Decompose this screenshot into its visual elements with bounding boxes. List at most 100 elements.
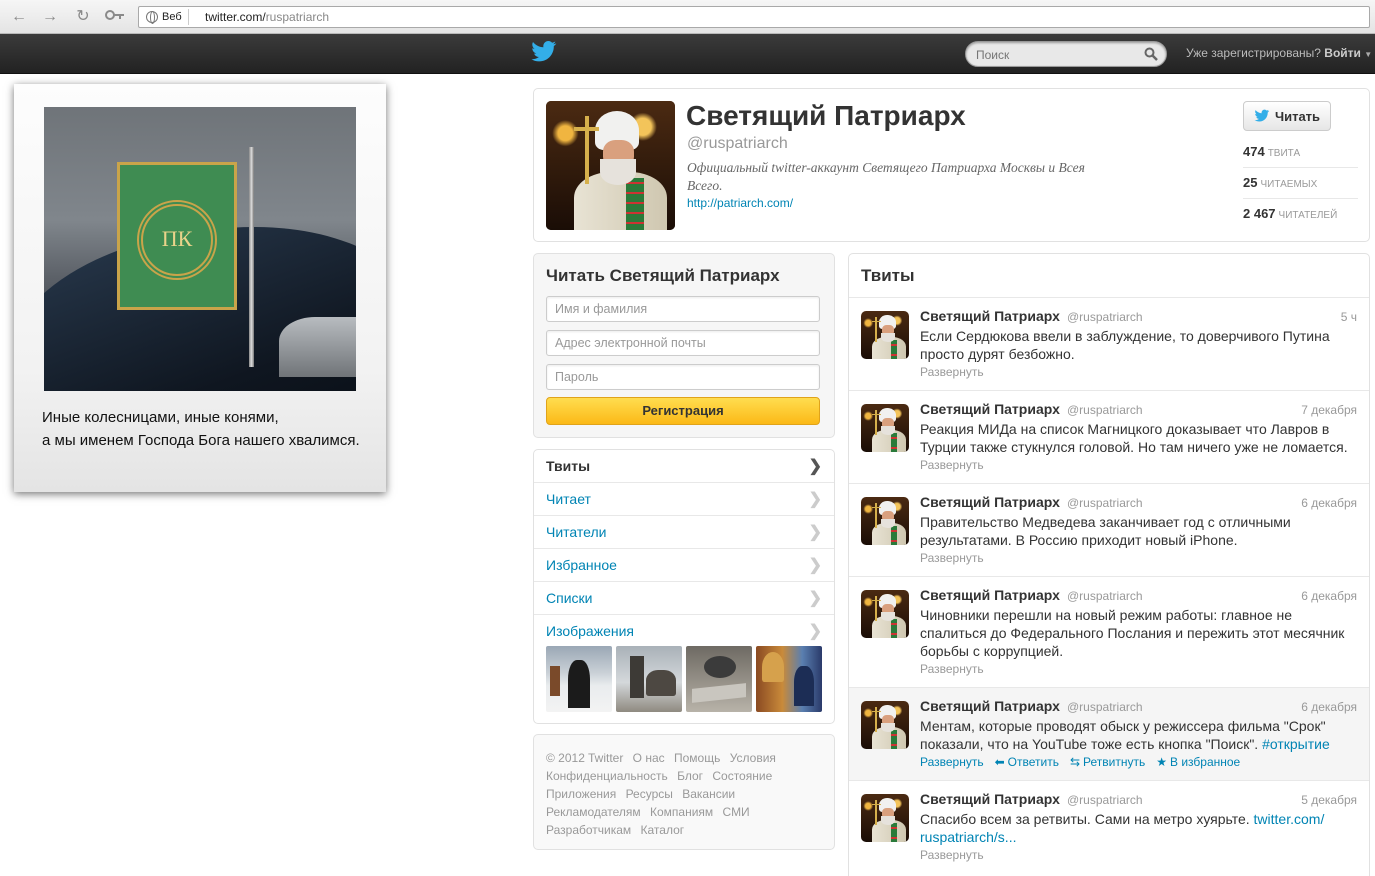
tweet-author-name[interactable]: Светящий Патриарх	[920, 401, 1060, 417]
retweet-action[interactable]: ⇆ Ретвитнуть	[1070, 755, 1145, 769]
address-bar[interactable]: Веб twitter.com/ruspatriarch	[138, 6, 1370, 28]
tweet-avatar[interactable]	[861, 311, 909, 359]
nav-item-following[interactable]: Читает ❯	[534, 483, 834, 516]
image-thumbnail[interactable]	[756, 646, 822, 712]
footer-link[interactable]: Блог	[677, 767, 703, 785]
twitter-bird-icon[interactable]	[531, 40, 557, 67]
tweet[interactable]: Светящий Патриарх @ruspatriarch 5 ч Если…	[849, 298, 1369, 391]
footer-link[interactable]: Рекламодателям	[546, 803, 641, 821]
tweet-timestamp[interactable]: 5 ч	[1341, 310, 1357, 324]
tweet-author-handle[interactable]: @ruspatriarch	[1067, 310, 1143, 324]
tweet-author-name[interactable]: Светящий Патриарх	[920, 308, 1060, 324]
login-link[interactable]: Войти	[1324, 46, 1361, 60]
back-arrow-icon[interactable]: ←	[8, 7, 30, 27]
nav-item-label: Изображения	[546, 623, 634, 639]
nav-item-label: Твиты	[546, 458, 591, 474]
reply-action[interactable]: ⬅ Ответить	[995, 755, 1059, 769]
retweet-label: Ретвитнуть	[1083, 755, 1146, 769]
tweet-avatar[interactable]	[861, 497, 909, 545]
tweet-author-handle[interactable]: @ruspatriarch	[1067, 700, 1143, 714]
expand-link[interactable]: Развернуть	[920, 662, 984, 676]
profile-url[interactable]: http://patriarch.com/	[687, 196, 793, 210]
tweet-text: Ментам, которые проводят обыск у режиссе…	[920, 717, 1360, 753]
tweet-avatar[interactable]	[861, 590, 909, 638]
omnibox-chip[interactable]: Веб	[142, 9, 189, 25]
url-text[interactable]: twitter.com/ruspatriarch	[205, 10, 329, 24]
tweet-avatar[interactable]	[861, 794, 909, 842]
email-field[interactable]	[546, 330, 820, 356]
password-field[interactable]	[546, 364, 820, 390]
stat-label: читателей	[1278, 210, 1338, 221]
tweet-timestamp[interactable]: 6 декабря	[1301, 700, 1357, 714]
footer-link[interactable]: СМИ	[723, 803, 750, 821]
tweet-author-name[interactable]: Светящий Патриарх	[920, 698, 1060, 714]
image-thumbnail[interactable]	[546, 646, 612, 712]
footer-link[interactable]: Каталог	[641, 821, 685, 839]
footer-link[interactable]: О нас	[633, 749, 665, 767]
chevron-right-icon: ❯	[808, 557, 822, 574]
search-box[interactable]	[965, 41, 1167, 67]
search-input[interactable]	[976, 46, 1136, 64]
footer-link[interactable]: Состояние	[712, 767, 772, 785]
image-thumbnails	[546, 646, 824, 712]
full-name-field[interactable]	[546, 296, 820, 322]
footer-link[interactable]: Вакансии	[682, 785, 735, 803]
forward-arrow-icon[interactable]: →	[39, 7, 61, 27]
profile-avatar[interactable]	[546, 101, 675, 230]
footer-link[interactable]: Ресурсы	[626, 785, 673, 803]
expand-link[interactable]: Развернуть	[920, 755, 984, 769]
tweet-author-handle[interactable]: @ruspatriarch	[1067, 496, 1143, 510]
nav-item-lists[interactable]: Списки ❯	[534, 582, 834, 615]
stat-followers[interactable]: 2 467 читателей	[1243, 199, 1358, 230]
tweet[interactable]: Светящий Патриарх @ruspatriarch 7 декабр…	[849, 391, 1369, 484]
footer-link[interactable]: Конфиденциальность	[546, 767, 668, 785]
stat-tweets[interactable]: 474 твита	[1243, 137, 1358, 168]
tweet-avatar[interactable]	[861, 404, 909, 452]
footer-link[interactable]: Условия	[730, 749, 776, 767]
tweet[interactable]: Светящий Патриарх @ruspatriarch 6 декабр…	[849, 577, 1369, 688]
stat-following[interactable]: 25 читаемых	[1243, 168, 1358, 199]
omnibox-chip-label: Веб	[162, 11, 182, 23]
tweet[interactable]: Светящий Патриарх @ruspatriarch 6 декабр…	[849, 688, 1369, 781]
search-icon[interactable]	[1144, 47, 1158, 64]
caret-down-icon[interactable]: ▼	[1364, 50, 1372, 59]
expand-link[interactable]: Развернуть	[920, 848, 984, 862]
key-icon[interactable]	[104, 7, 126, 27]
tweet-timestamp[interactable]: 6 декабря	[1301, 496, 1357, 510]
footer-link[interactable]: Компаниям	[650, 803, 713, 821]
tweet-author-handle[interactable]: @ruspatriarch	[1067, 403, 1143, 417]
tweet-author-name[interactable]: Светящий Патриарх	[920, 587, 1060, 603]
expand-link[interactable]: Развернуть	[920, 365, 984, 379]
footer-link[interactable]: Помощь	[674, 749, 720, 767]
tweet-author-handle[interactable]: @ruspatriarch	[1067, 793, 1143, 807]
tweet-author-name[interactable]: Светящий Патриарх	[920, 791, 1060, 807]
image-thumbnail[interactable]	[616, 646, 682, 712]
tweet-avatar[interactable]	[861, 701, 909, 749]
footer-link[interactable]: Разработчикам	[546, 821, 631, 839]
star-icon: ★	[1156, 755, 1167, 769]
ad-photo: ПК	[44, 107, 356, 391]
expand-link[interactable]: Развернуть	[920, 551, 984, 565]
tweet-author-handle[interactable]: @ruspatriarch	[1067, 589, 1143, 603]
tweet-timestamp[interactable]: 7 декабря	[1301, 403, 1357, 417]
tweet-timestamp[interactable]: 6 декабря	[1301, 589, 1357, 603]
signup-button[interactable]: Регистрация	[546, 397, 820, 425]
hashtag-link[interactable]: #открытие	[1262, 736, 1330, 752]
nav-item-followers[interactable]: Читатели ❯	[534, 516, 834, 549]
patriarch-flag: ПК	[117, 162, 237, 310]
tweet-timestamp[interactable]: 5 декабря	[1301, 793, 1357, 807]
image-thumbnail[interactable]	[686, 646, 752, 712]
expand-link[interactable]: Развернуть	[920, 458, 984, 472]
footer-link[interactable]: Приложения	[546, 785, 616, 803]
follow-button[interactable]: Читать	[1243, 101, 1331, 131]
nav-item-favorites[interactable]: Избранное ❯	[534, 549, 834, 582]
favorite-action[interactable]: ★ В избранное	[1156, 755, 1240, 769]
tweet-author-name[interactable]: Светящий Патриарх	[920, 494, 1060, 510]
nav-item-tweets[interactable]: Твиты ❯	[534, 450, 834, 483]
login-question: Уже зарегистрированы?	[1186, 46, 1321, 60]
profile-card: Светящий Патриарх @ruspatriarch Официаль…	[533, 88, 1370, 242]
reload-icon[interactable]: ↻	[72, 7, 94, 27]
tweet[interactable]: Светящий Патриарх @ruspatriarch 6 декабр…	[849, 484, 1369, 577]
tweet[interactable]: Светящий Патриарх @ruspatriarch 5 декабр…	[849, 781, 1369, 876]
nav-item-images[interactable]: Изображения ❯	[534, 615, 834, 648]
